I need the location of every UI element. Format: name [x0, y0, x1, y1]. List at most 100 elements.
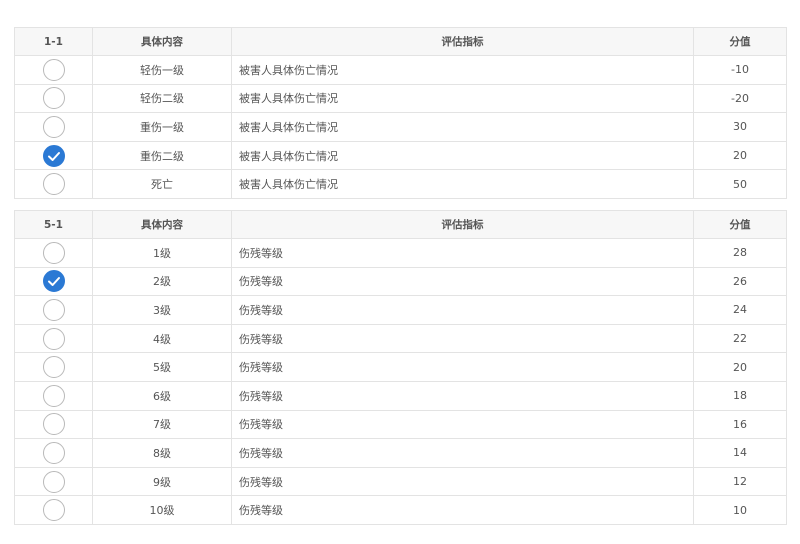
indicator-cell: 伤残等级	[231, 323, 694, 354]
injury-table: 1-1 具体内容 评估指标 分值 轻伤一级 被害人具体伤亡情况 -10 轻伤二级 被害人…	[14, 27, 787, 199]
score-cell: -10	[693, 55, 787, 85]
empty-circle-radio-icon[interactable]	[42, 115, 65, 138]
indicator-cell: 被害人具体伤亡情况	[231, 112, 694, 142]
score-cell: 24	[693, 295, 787, 325]
table-code-header: 1-1	[14, 27, 93, 56]
content-column-header: 具体内容	[92, 210, 232, 239]
content-cell: 4级	[92, 323, 232, 354]
content-cell: 8级	[92, 438, 232, 468]
empty-circle-radio-icon[interactable]	[42, 441, 65, 464]
content-cell: 轻伤一级	[92, 55, 232, 85]
evaluation-panel: 1-1 具体内容 评估指标 分值 轻伤一级 被害人具体伤亡情况 -10 轻伤二级 被害人…	[0, 0, 800, 544]
indicator-cell: 伤残等级	[231, 438, 694, 468]
select-cell	[14, 169, 93, 199]
indicator-cell: 伤残等级	[231, 295, 694, 325]
empty-circle-radio-icon[interactable]	[42, 58, 65, 81]
table-row: 8级 伤残等级 14	[14, 438, 787, 468]
content-column-header: 具体内容	[92, 27, 232, 56]
indicator-cell: 伤残等级	[231, 409, 694, 440]
indicator-cell: 伤残等级	[231, 352, 694, 382]
empty-circle-radio-icon[interactable]	[42, 298, 65, 321]
score-cell: 28	[693, 238, 787, 268]
indicator-column-header: 评估指标	[231, 210, 694, 239]
select-cell	[14, 409, 93, 440]
select-cell	[14, 55, 93, 85]
empty-circle-radio-icon[interactable]	[42, 87, 65, 110]
select-cell	[14, 438, 93, 468]
score-column-header: 分值	[693, 210, 787, 239]
table-row: 10级 伤残等级 10	[14, 495, 787, 525]
content-cell: 1级	[92, 238, 232, 268]
content-cell: 5级	[92, 352, 232, 382]
empty-circle-radio-icon[interactable]	[42, 470, 65, 493]
indicator-cell: 被害人具体伤亡情况	[231, 140, 694, 171]
table-header-row: 1-1 具体内容 评估指标 分值	[14, 27, 787, 56]
empty-circle-radio-icon[interactable]	[42, 413, 65, 436]
content-cell: 重伤一级	[92, 112, 232, 142]
content-cell: 轻伤二级	[92, 83, 232, 114]
select-cell	[14, 495, 93, 525]
select-cell	[14, 83, 93, 114]
empty-circle-radio-icon[interactable]	[42, 384, 65, 407]
select-cell	[14, 238, 93, 268]
table-row: 轻伤一级 被害人具体伤亡情况 -10	[14, 55, 787, 85]
indicator-cell: 伤残等级	[231, 466, 694, 497]
empty-circle-radio-icon[interactable]	[42, 241, 65, 264]
content-cell: 重伤二级	[92, 140, 232, 171]
table-row: 死亡 被害人具体伤亡情况 50	[14, 169, 787, 199]
indicator-cell: 被害人具体伤亡情况	[231, 83, 694, 114]
score-cell: 12	[693, 466, 787, 497]
content-cell: 死亡	[92, 169, 232, 199]
indicator-column-header: 评估指标	[231, 27, 694, 56]
indicator-cell: 伤残等级	[231, 495, 694, 525]
table-row: 7级 伤残等级 16	[14, 409, 787, 440]
checkmark-icon	[47, 277, 60, 287]
table-row: 4级 伤残等级 22	[14, 323, 787, 354]
score-cell: 16	[693, 409, 787, 440]
select-cell	[14, 352, 93, 382]
content-cell: 7级	[92, 409, 232, 440]
indicator-cell: 伤残等级	[231, 380, 694, 411]
content-cell: 10级	[92, 495, 232, 525]
table-header-row: 5-1 具体内容 评估指标 分值	[14, 210, 787, 239]
score-cell: 50	[693, 169, 787, 199]
indicator-cell: 伤残等级	[231, 266, 694, 297]
empty-circle-radio-icon[interactable]	[42, 173, 65, 196]
content-cell: 2级	[92, 266, 232, 297]
select-cell	[14, 266, 93, 297]
score-cell: 26	[693, 266, 787, 297]
table-row: 3级 伤残等级 24	[14, 295, 787, 325]
select-cell	[14, 112, 93, 142]
content-cell: 3级	[92, 295, 232, 325]
indicator-cell: 被害人具体伤亡情况	[231, 169, 694, 199]
select-cell	[14, 323, 93, 354]
content-cell: 9级	[92, 466, 232, 497]
score-cell: 18	[693, 380, 787, 411]
table-row: 9级 伤残等级 12	[14, 466, 787, 497]
table-row: 6级 伤残等级 18	[14, 380, 787, 411]
table-row: 5级 伤残等级 20	[14, 352, 787, 382]
table-row: 重伤一级 被害人具体伤亡情况 30	[14, 112, 787, 142]
empty-circle-radio-icon[interactable]	[42, 356, 65, 379]
score-cell: 20	[693, 140, 787, 171]
empty-circle-radio-icon[interactable]	[42, 327, 65, 350]
score-cell: 14	[693, 438, 787, 468]
select-cell	[14, 466, 93, 497]
empty-circle-radio-icon[interactable]	[42, 499, 65, 522]
table-code-header: 5-1	[14, 210, 93, 239]
table-row: 轻伤二级 被害人具体伤亡情况 -20	[14, 83, 787, 114]
checkmark-icon	[47, 151, 60, 161]
check-circle-icon[interactable]	[42, 270, 65, 293]
indicator-cell: 伤残等级	[231, 238, 694, 268]
disability-table: 5-1 具体内容 评估指标 分值 1级 伤残等级 28 2级 伤残等级 26 3级 伤残等级 2…	[14, 210, 787, 525]
check-circle-icon[interactable]	[42, 144, 65, 167]
select-cell	[14, 295, 93, 325]
score-cell: 22	[693, 323, 787, 354]
select-cell	[14, 380, 93, 411]
score-cell: 20	[693, 352, 787, 382]
table-row: 重伤二级 被害人具体伤亡情况 20	[14, 140, 787, 171]
score-cell: 30	[693, 112, 787, 142]
indicator-cell: 被害人具体伤亡情况	[231, 55, 694, 85]
select-cell	[14, 140, 93, 171]
score-cell: -20	[693, 83, 787, 114]
